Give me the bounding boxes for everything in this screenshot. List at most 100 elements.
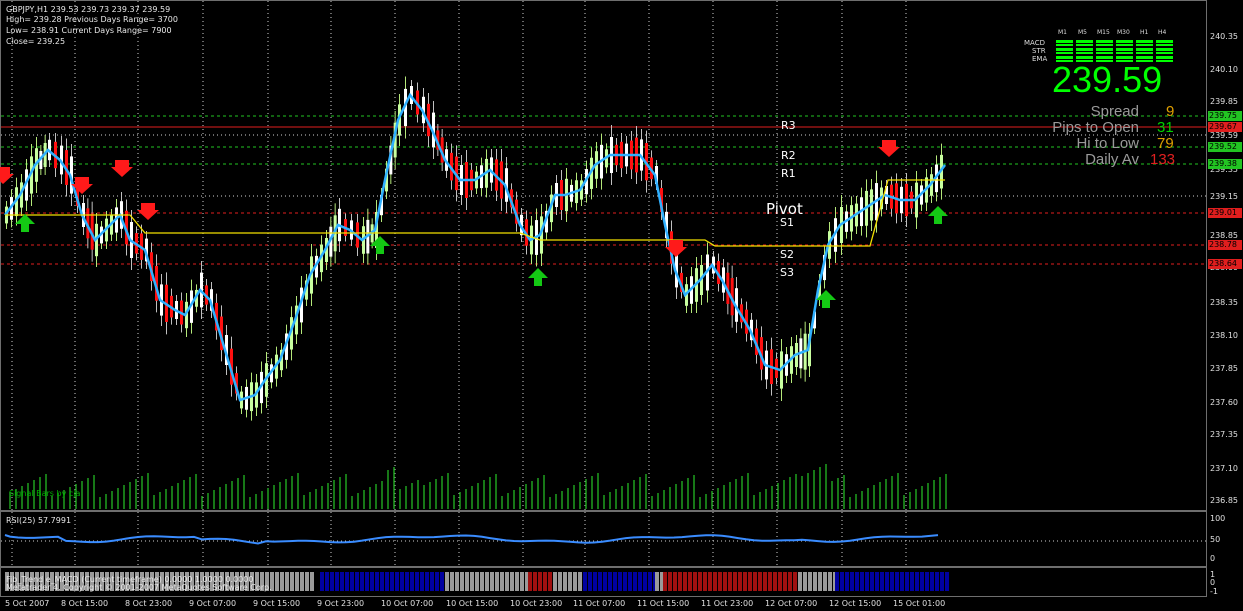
hi-to-low-value: 79 xyxy=(1157,135,1174,152)
trend-bar xyxy=(638,572,642,591)
signal-cell xyxy=(1076,40,1093,43)
price-chart-pane[interactable]: GBPJPY,H1 239.53 239.73 239.37 239.59 Hi… xyxy=(0,0,1243,511)
buy-arrow-icon xyxy=(928,206,948,224)
trend-bar xyxy=(573,572,577,591)
signal-cell xyxy=(1156,43,1173,46)
tf-m30: M30 xyxy=(1117,29,1130,36)
trend-bar xyxy=(633,572,637,591)
trend-bar xyxy=(860,572,864,591)
trend-bar xyxy=(305,572,309,591)
tf-h1: H1 xyxy=(1140,29,1149,36)
close-line: Close= 239.25 xyxy=(6,37,66,46)
rsi-pane[interactable]: RSI(25) 57.7991 100 50 0 xyxy=(0,511,1243,567)
trend-bar xyxy=(563,572,567,591)
trend-bar xyxy=(405,572,409,591)
signal-cell xyxy=(1156,40,1173,43)
time-axis-label: 11 Oct 23:00 xyxy=(701,599,754,608)
trend-bar xyxy=(375,572,379,591)
trend-bar xyxy=(520,572,524,591)
trend-bar xyxy=(905,572,909,591)
trend-bar xyxy=(370,572,374,591)
signal-cell xyxy=(1076,51,1093,54)
trend-bar xyxy=(643,572,647,591)
price-tag: 239.67 xyxy=(1208,122,1242,132)
time-axis-label: 9 Oct 15:00 xyxy=(253,599,301,608)
trend-bar xyxy=(598,572,602,591)
trend-bar xyxy=(460,572,464,591)
trend-bar xyxy=(900,572,904,591)
trend-bar xyxy=(510,572,514,591)
trend-bar xyxy=(490,572,494,591)
trend-bar xyxy=(855,572,859,591)
trend-bar xyxy=(335,572,339,591)
trend-bar xyxy=(935,572,939,591)
trend-bar xyxy=(400,572,404,591)
trend-bar xyxy=(485,572,489,591)
signal-cell xyxy=(1136,43,1153,46)
rsi-label: RSI(25) 57.7991 xyxy=(6,516,72,525)
trend-bar xyxy=(895,572,899,591)
trend-bar xyxy=(593,572,597,591)
signal-cell xyxy=(1056,43,1073,46)
signal-cell xyxy=(1096,51,1113,54)
sell-arrow-icon xyxy=(111,160,133,177)
time-axis-label: 11 Oct 07:00 xyxy=(573,599,626,608)
trend-bar xyxy=(480,572,484,591)
signal-cell xyxy=(1156,48,1173,51)
tf-m15: M15 xyxy=(1097,29,1110,36)
trend-bar xyxy=(455,572,459,591)
time-axis[interactable]: 5 Oct 2007 8 Oct 15:00 8 Oct 23:00 9 Oct 07… xyxy=(0,597,1207,611)
trend-bar xyxy=(548,572,552,591)
trend-axis-neg1: -1 xyxy=(1210,587,1218,596)
time-axis-label: 15 Oct 01:00 xyxy=(893,599,946,608)
trend-bar xyxy=(753,572,757,591)
sell-arrow-icon xyxy=(137,203,159,220)
time-axis-label: 8 Oct 15:00 xyxy=(61,599,109,608)
time-axis-label: 12 Oct 15:00 xyxy=(829,599,882,608)
tf-h4: H4 xyxy=(1158,29,1167,36)
trend-bar xyxy=(515,572,519,591)
pivot-r1-label: R1 xyxy=(781,167,796,180)
time-axis-label: 10 Oct 15:00 xyxy=(446,599,499,608)
sell-arrow-icon xyxy=(878,140,900,157)
timeframe-header: M1 M5 M15 M30 H1 H4 xyxy=(1055,29,1175,39)
signal-cell xyxy=(1116,51,1133,54)
trend-bar xyxy=(718,572,722,591)
trend-bar xyxy=(450,572,454,591)
trend-bar xyxy=(613,572,617,591)
trend-bar xyxy=(723,572,727,591)
pivot-s2-label: S2 xyxy=(780,248,794,261)
trend-bar xyxy=(553,572,557,591)
pivot-s1-label: S1 xyxy=(780,216,794,229)
price-tags: 239.75 239.67 239.52 239.38 239.01 238.78 238.… xyxy=(1208,0,1243,511)
signal-cell xyxy=(1056,40,1073,43)
signal-cell xyxy=(1116,43,1133,46)
trend-bar xyxy=(920,572,924,591)
rsi-line-svg xyxy=(1,512,1207,566)
trend-bar xyxy=(395,572,399,591)
copyright-text: Metatrader 4, Copyright © 2001-2007 Meta… xyxy=(6,583,272,592)
price-tag: 239.75 xyxy=(1208,111,1242,121)
trend-bar xyxy=(708,572,712,591)
trend-bar xyxy=(310,572,314,591)
trend-bar xyxy=(798,572,802,591)
trend-bar xyxy=(823,572,827,591)
signal-cell xyxy=(1096,43,1113,46)
trend-bar xyxy=(738,572,742,591)
trend-pane[interactable]: Fib_Trend e_MACD (Current timeframe) 0.0… xyxy=(0,567,1243,597)
signal-cell xyxy=(1136,48,1153,51)
trend-bar xyxy=(355,572,359,591)
trend-bar xyxy=(380,572,384,591)
trend-bar xyxy=(470,572,474,591)
trend-bar xyxy=(945,572,949,591)
trend-bar xyxy=(425,572,429,591)
time-axis-label: 11 Oct 15:00 xyxy=(637,599,690,608)
tf-m1: M1 xyxy=(1058,29,1067,36)
spread-value: 9 xyxy=(1166,103,1175,120)
buy-arrow-icon xyxy=(15,214,35,232)
rsi-axis-50: 50 xyxy=(1210,535,1221,544)
trend-bar xyxy=(655,572,659,591)
trend-bar xyxy=(915,572,919,591)
trend-bar xyxy=(410,572,414,591)
rsi-axis-0: 0 xyxy=(1210,554,1216,563)
